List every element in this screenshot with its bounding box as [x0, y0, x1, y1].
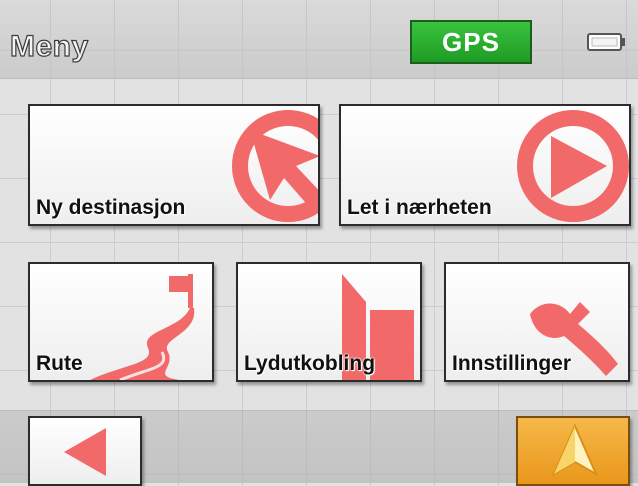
- back-button[interactable]: [28, 416, 142, 486]
- page-title: Meny: [9, 29, 89, 63]
- map-view-button[interactable]: [516, 416, 630, 486]
- route-label: Rute: [36, 352, 83, 375]
- mute-button[interactable]: Lydutkobling: [236, 262, 422, 382]
- nearby-search-label: Let i nærheten: [347, 196, 492, 219]
- settings-label: Innstillinger: [452, 352, 572, 375]
- back-arrow-icon: [64, 428, 106, 476]
- route-button[interactable]: Rute: [28, 262, 214, 382]
- nearby-search-button[interactable]: Let i nærheten: [339, 104, 631, 226]
- nearby-play-icon: [517, 110, 629, 222]
- settings-button[interactable]: Innstillinger: [444, 262, 630, 382]
- gps-status-button[interactable]: GPS: [410, 20, 532, 64]
- new-destination-button[interactable]: Ny destinasjon: [28, 104, 320, 226]
- battery-icon: [586, 32, 626, 52]
- navigation-arrow-icon: [552, 424, 598, 477]
- new-destination-label: Ny destinasjon: [36, 196, 186, 219]
- mute-label: Lydutkobling: [244, 352, 376, 375]
- header-bar: [0, 0, 638, 79]
- destination-arrow-icon: [232, 110, 318, 222]
